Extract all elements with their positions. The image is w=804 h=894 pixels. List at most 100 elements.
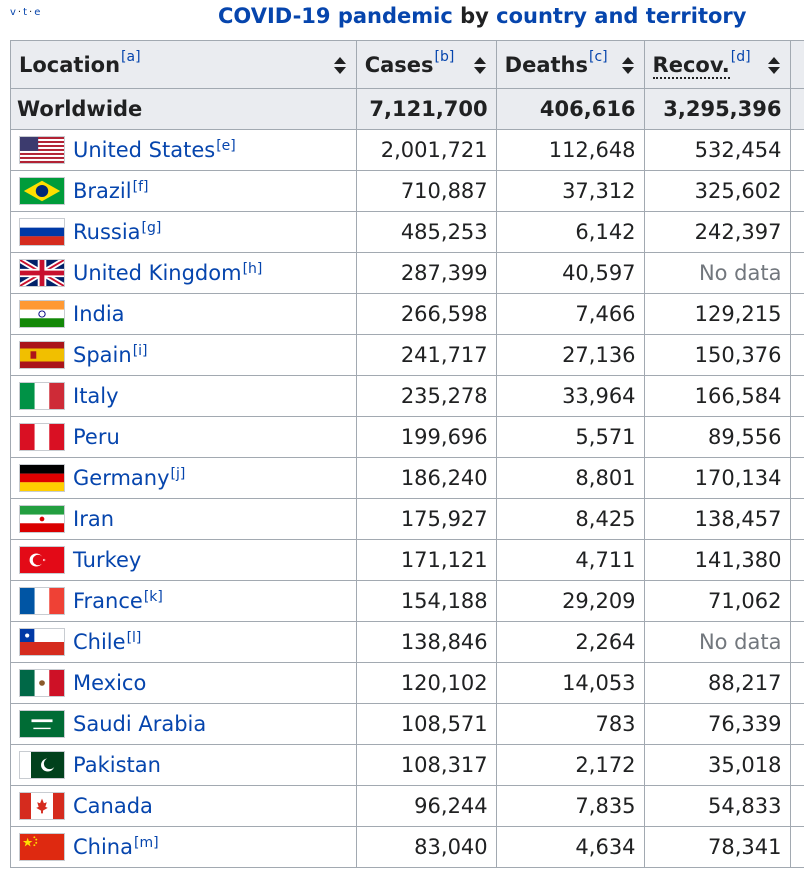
location-cell: Germany [j]: [10, 457, 357, 499]
country-link[interactable]: Brazil: [73, 179, 132, 203]
footnote-a[interactable]: [a]: [121, 49, 141, 65]
view-template-link[interactable]: v: [10, 7, 17, 18]
recoveries-cell: 54,833: [643, 785, 791, 827]
pakistan-flag-icon[interactable]: [19, 751, 65, 779]
sort-icon[interactable]: [767, 57, 780, 75]
country-link[interactable]: Iran: [73, 507, 114, 531]
sort-icon[interactable]: [333, 57, 346, 75]
iran-flag-icon[interactable]: [19, 505, 65, 533]
italy-flag-icon[interactable]: [19, 382, 65, 410]
column-header-recov[interactable]: Recov.[d]: [643, 40, 791, 89]
footnote-ref[interactable]: [f]: [133, 179, 149, 195]
saudi-arabia-flag-icon[interactable]: [19, 710, 65, 738]
table-edge: [789, 539, 804, 581]
india-flag-icon[interactable]: [19, 300, 65, 328]
country-link[interactable]: Spain: [73, 343, 132, 367]
location-cell: China [m]: [10, 826, 357, 868]
location-cell: India: [10, 293, 357, 335]
sort-icon[interactable]: [621, 57, 634, 75]
table-edge: [789, 40, 804, 89]
table-row: France [k] 154,188 29,209 71,062: [10, 580, 804, 622]
country-link[interactable]: Mexico: [73, 671, 146, 695]
cases-cell: 287,399: [355, 252, 497, 294]
footnote-ref[interactable]: [k]: [144, 589, 163, 605]
header-row: Location[a] Cases[b] Deaths[c] Recov.[d]: [10, 40, 804, 89]
france-flag-icon[interactable]: [19, 587, 65, 615]
column-header-cases[interactable]: Cases[b]: [355, 40, 497, 89]
covid-pandemic-link[interactable]: COVID-19 pandemic: [218, 4, 453, 28]
table-row: Spain [i] 241,717 27,136 150,376: [10, 334, 804, 376]
country-link[interactable]: United States: [73, 138, 215, 162]
footnote-ref[interactable]: [g]: [142, 220, 162, 236]
deaths-cell: 2,264: [495, 621, 645, 663]
footnote-d[interactable]: [d]: [731, 49, 751, 65]
footnote-ref[interactable]: [l]: [127, 630, 142, 646]
deaths-cell: 4,711: [495, 539, 645, 581]
country-link[interactable]: Saudi Arabia: [73, 712, 206, 736]
country-link[interactable]: Chile: [73, 630, 126, 654]
us-flag-icon[interactable]: [19, 136, 65, 164]
location-cell: Spain [i]: [10, 334, 357, 376]
spain-flag-icon[interactable]: [19, 341, 65, 369]
germany-flag-icon[interactable]: [19, 464, 65, 492]
mexico-flag-icon[interactable]: [19, 669, 65, 697]
footnote-ref[interactable]: [i]: [133, 343, 148, 359]
footnote-ref[interactable]: [j]: [171, 466, 186, 482]
footnote-ref[interactable]: [e]: [216, 138, 236, 154]
sort-icon[interactable]: [473, 57, 486, 75]
uk-flag-icon[interactable]: [18, 257, 66, 289]
country-link[interactable]: Russia: [73, 220, 141, 244]
table-edge: [789, 375, 804, 417]
country-link[interactable]: Pakistan: [73, 753, 161, 777]
country-link[interactable]: India: [73, 302, 125, 326]
peru-flag-icon[interactable]: [19, 423, 65, 451]
table-edge: [789, 211, 804, 253]
edit-template-link[interactable]: e: [34, 7, 41, 18]
table-row: Mexico 120,102 14,053 88,217: [10, 662, 804, 704]
country-link[interactable]: China: [73, 835, 133, 859]
recoveries-cell: 242,397: [643, 211, 791, 253]
navbox-vte-links: v·t·e: [10, 7, 42, 18]
column-header-location[interactable]: Location[a]: [10, 40, 357, 89]
cases-cell: 199,696: [355, 416, 497, 458]
country-link[interactable]: United Kingdom: [73, 261, 242, 285]
china-flag-icon[interactable]: [19, 833, 65, 861]
table-row: Italy 235,278 33,964 166,584: [10, 375, 804, 417]
recoveries-cell: 89,556: [643, 416, 791, 458]
location-cell: Peru: [10, 416, 357, 458]
location-cell: Brazil [f]: [10, 170, 357, 212]
footnote-c[interactable]: [c]: [589, 49, 608, 65]
table-edge: [789, 293, 804, 335]
table-edge: [789, 129, 804, 171]
country-territory-link[interactable]: country and territory: [496, 4, 746, 28]
footnote-b[interactable]: [b]: [435, 49, 455, 65]
recoveries-cell: 129,215: [643, 293, 791, 335]
recoveries-cell: 35,018: [643, 744, 791, 786]
table-row: China [m] 83,040 4,634 78,341: [10, 826, 804, 868]
country-link[interactable]: Italy: [73, 384, 119, 408]
location-cell: France [k]: [10, 580, 357, 622]
country-link[interactable]: France: [73, 589, 143, 613]
column-header-location-label: Location: [19, 52, 121, 77]
country-link[interactable]: Germany: [73, 466, 170, 490]
column-header-deaths[interactable]: Deaths[c]: [495, 40, 645, 89]
table-row: Brazil [f] 710,887 37,312 325,602: [10, 170, 804, 212]
table-row: India 266,598 7,466 129,215: [10, 293, 804, 335]
chile-flag-icon[interactable]: [19, 628, 65, 656]
russia-flag-icon[interactable]: [19, 218, 65, 246]
recoveries-cell: 532,454: [643, 129, 791, 171]
country-link[interactable]: Canada: [73, 794, 153, 818]
canada-flag-icon[interactable]: [19, 792, 65, 820]
turkey-flag-icon[interactable]: [19, 546, 65, 574]
cases-cell: 186,240: [355, 457, 497, 499]
country-link[interactable]: Peru: [73, 425, 120, 449]
brazil-flag-icon[interactable]: [19, 177, 65, 205]
table-row: Turkey 171,121 4,711 141,380: [10, 539, 804, 581]
deaths-cell: 37,312: [495, 170, 645, 212]
table-row: Peru 199,696 5,571 89,556: [10, 416, 804, 458]
country-link[interactable]: Turkey: [73, 548, 141, 572]
footnote-ref[interactable]: [h]: [243, 261, 263, 277]
location-cell: Pakistan: [10, 744, 357, 786]
footnote-ref[interactable]: [m]: [134, 835, 159, 851]
location-cell: Chile [l]: [10, 621, 357, 663]
